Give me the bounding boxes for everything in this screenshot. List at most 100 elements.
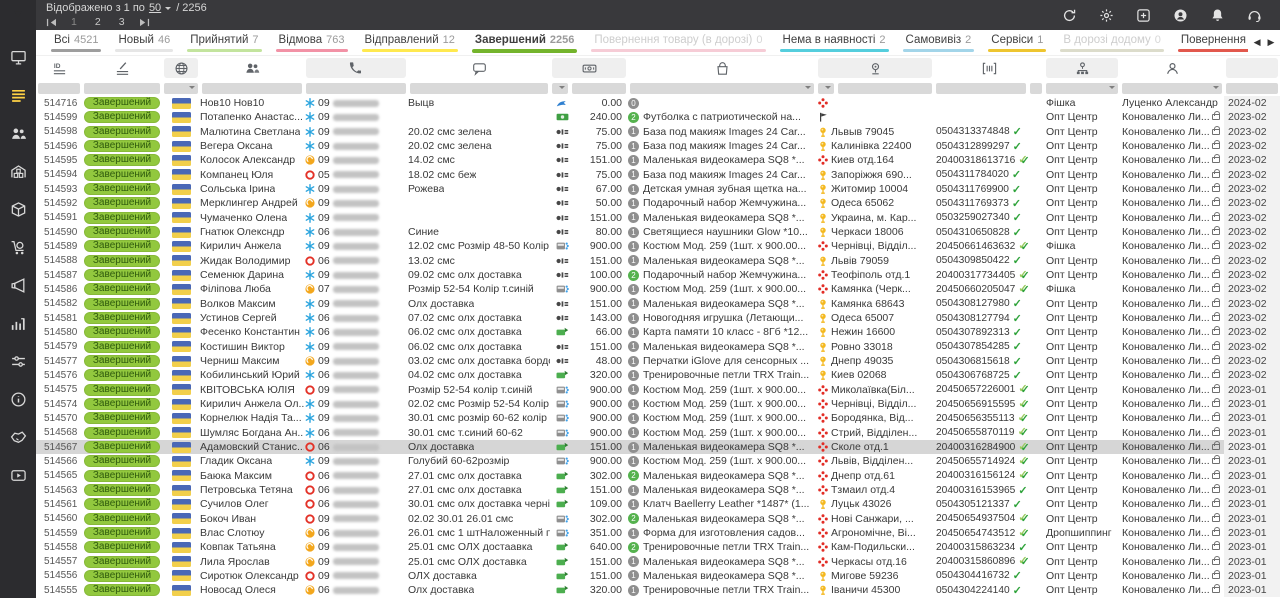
settings-icon[interactable]: [1099, 8, 1114, 23]
table-row[interactable]: 514598 Завершений Малютина Светлана 09 2…: [36, 125, 1280, 139]
table-row[interactable]: 514592 Завершений Мерклингер Андрей 09 5…: [36, 196, 1280, 210]
table-row[interactable]: 514716 Завершений Нов10 Нов10 09 Выцв 0.…: [36, 96, 1280, 110]
table-row[interactable]: 514593 Завершений Сольська Ірина 09 Роже…: [36, 182, 1280, 196]
sidebar-item-partners[interactable]: [0, 418, 36, 456]
sms-filter-input[interactable]: [410, 83, 548, 94]
source-column-header[interactable]: [1044, 56, 1120, 80]
product-filter-input[interactable]: [630, 83, 814, 94]
sidebar-item-dashboard[interactable]: [0, 38, 36, 76]
table-row[interactable]: 514586 Завершений Філіпова Люба 07 Розмі…: [36, 282, 1280, 296]
status-tab[interactable]: Відправлений12: [359, 30, 461, 55]
table-row[interactable]: 514574 Завершений Кирилич Анжела Ол... 0…: [36, 397, 1280, 411]
table-row[interactable]: 514579 Завершений Костишин Виктор 09 06.…: [36, 340, 1280, 354]
sidebar-item-clients[interactable]: [0, 114, 36, 152]
table-row[interactable]: 514588 Завершений Жидак Володимир 06 13.…: [36, 254, 1280, 268]
table-row[interactable]: 514558 Завершений Ковпак Татьяна 09 25.0…: [36, 540, 1280, 554]
profile-icon[interactable]: [1173, 8, 1188, 23]
add-icon[interactable]: [1136, 8, 1151, 23]
per-page-select[interactable]: 50: [149, 2, 161, 15]
table-row[interactable]: 514567 Завершений Адамовский Станис... 0…: [36, 440, 1280, 454]
first-page-button[interactable]: [46, 18, 57, 27]
app-logo-icon[interactable]: [0, 0, 36, 30]
table-row[interactable]: 514575 Завершений КВІТОВСЬКА ЮЛІЯ 09 Роз…: [36, 383, 1280, 397]
sms-column-header[interactable]: [408, 56, 550, 80]
date-column-header[interactable]: [1224, 56, 1280, 80]
status-tab[interactable]: Прийнятий7: [184, 30, 264, 55]
manager-filter-input[interactable]: [1122, 83, 1222, 94]
status-tab[interactable]: Сервіси1: [985, 30, 1049, 55]
table-row[interactable]: 514563 Завершений Петровська Тетяна 06 2…: [36, 483, 1280, 497]
sidebar-item-tutorials[interactable]: [0, 456, 36, 494]
table-row[interactable]: 514587 Завершений Семенюк Дарина 09 09.0…: [36, 268, 1280, 282]
money-filter-input[interactable]: [572, 83, 626, 94]
table-row[interactable]: 514582 Завершений Волков Максим 09 Олх д…: [36, 297, 1280, 311]
sidebar-item-warehouse[interactable]: [0, 152, 36, 190]
source-filter-input[interactable]: [1046, 83, 1118, 94]
status-tab[interactable]: Самовивіз2: [900, 30, 978, 55]
table-row[interactable]: 514556 Завершений Сиротюк Олександр 09 О…: [36, 569, 1280, 583]
status-filter-input[interactable]: [84, 83, 160, 94]
table-row[interactable]: 514557 Завершений Лила Ярослав 09 25.01 …: [36, 555, 1280, 569]
table-row[interactable]: 514590 Завершений Гнатюк Олексндр 06 Син…: [36, 225, 1280, 239]
status-tab[interactable]: Відмова763: [273, 30, 351, 55]
status-tab[interactable]: Завершений2256: [469, 30, 581, 55]
sidebar-item-marketing[interactable]: [0, 266, 36, 304]
name-filter-input[interactable]: [202, 83, 302, 94]
name-column-header[interactable]: [200, 56, 304, 80]
page-button-3[interactable]: 3: [119, 16, 125, 29]
date-filter-input[interactable]: [1226, 83, 1278, 94]
table-row[interactable]: 514591 Завершений Чумаченко Олена 09 151…: [36, 211, 1280, 225]
money-column-header[interactable]: [550, 56, 628, 80]
chevron-down-icon[interactable]: [165, 7, 171, 13]
ttn-column-header[interactable]: [934, 56, 1044, 80]
money-filter-input[interactable]: [552, 83, 568, 94]
status-tab[interactable]: Всі4521: [48, 30, 104, 55]
city-column-header[interactable]: [816, 56, 934, 80]
refresh-icon[interactable]: [1062, 8, 1077, 23]
table-row[interactable]: 514589 Завершений Кирилич Анжела 09 12.0…: [36, 239, 1280, 253]
status-tab[interactable]: В дорозі додому0: [1057, 30, 1167, 55]
sidebar-item-settings[interactable]: [0, 342, 36, 380]
phone-filter-input[interactable]: [306, 83, 406, 94]
notifications-icon[interactable]: [1210, 8, 1225, 23]
table-row[interactable]: 514570 Завершений Корнелюк Надія Та... 0…: [36, 411, 1280, 425]
ttn-filter-input[interactable]: [1030, 83, 1042, 94]
table-row[interactable]: 514555 Завершений Новосад Олеся 06 Олх д…: [36, 583, 1280, 597]
table-row[interactable]: 514594 Завершений Компанец Юля 05 18.02 …: [36, 168, 1280, 182]
table-row[interactable]: 514561 Завершений Сучилов Олег 06 30.01 …: [36, 497, 1280, 511]
table-row[interactable]: 514566 Завершений Гладик Оксана 09 Голуб…: [36, 454, 1280, 468]
table-row[interactable]: 514565 Завершений Баюка Максим 06 27.01 …: [36, 469, 1280, 483]
tabs-scroll-right-icon[interactable]: ▶: [1268, 37, 1275, 48]
table-row[interactable]: 514576 Завершений Кобилинський Юрий 06 0…: [36, 368, 1280, 382]
page-button-2[interactable]: 2: [95, 16, 101, 29]
id-filter-input[interactable]: [38, 83, 80, 94]
table-row[interactable]: 514599 Завершений Потапенко Анастас... 0…: [36, 110, 1280, 124]
table-row[interactable]: 514577 Завершений Черниш Максим 09 03.02…: [36, 354, 1280, 368]
city-filter-input[interactable]: [818, 83, 834, 94]
sidebar-item-products[interactable]: [0, 190, 36, 228]
flag-column-header[interactable]: [162, 56, 200, 80]
table-row[interactable]: 514559 Завершений Влас Слотюу 06 26.01 с…: [36, 526, 1280, 540]
support-icon[interactable]: [1247, 8, 1262, 23]
table-row[interactable]: 514581 Завершений Устинов Сергей 06 07.0…: [36, 311, 1280, 325]
sidebar-item-statistics[interactable]: [0, 304, 36, 342]
page-button-1[interactable]: 1: [71, 16, 77, 29]
sidebar-item-orders[interactable]: [0, 76, 36, 114]
phone-column-header[interactable]: [304, 56, 408, 80]
tabs-scroll-left-icon[interactable]: ◀: [1254, 37, 1261, 48]
id-column-header[interactable]: [36, 56, 82, 80]
table-row[interactable]: 514560 Завершений Бокоч Иван 09 02.02 30…: [36, 512, 1280, 526]
status-column-header[interactable]: [82, 56, 162, 80]
city-filter-input[interactable]: [838, 83, 932, 94]
last-page-button[interactable]: [139, 18, 150, 27]
ttn-filter-input[interactable]: [936, 83, 1026, 94]
product-column-header[interactable]: [628, 56, 816, 80]
status-tab[interactable]: Нема в наявності2: [777, 30, 892, 55]
table-row[interactable]: 514596 Завершений Вегера Оксана 09 20.02…: [36, 139, 1280, 153]
sidebar-item-purchases[interactable]: [0, 228, 36, 266]
table-row[interactable]: 514568 Завершений Шумляс Богдана Ан... 0…: [36, 426, 1280, 440]
manager-column-header[interactable]: [1120, 56, 1224, 80]
sidebar-item-info[interactable]: [0, 380, 36, 418]
status-tab[interactable]: Повернення товару (в дорозі)0: [588, 30, 768, 55]
flag-filter-input[interactable]: [164, 83, 198, 94]
